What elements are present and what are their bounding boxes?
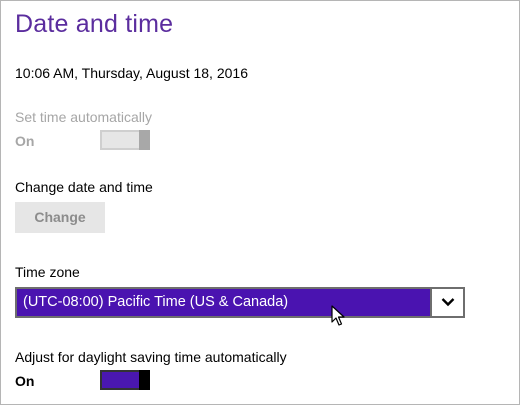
- set-time-automatically-toggle[interactable]: [100, 130, 150, 150]
- settings-panel: Date and time 10:06 AM, Thursday, August…: [0, 0, 520, 405]
- dropdown-button[interactable]: [430, 289, 463, 316]
- toggle-thumb: [139, 370, 150, 390]
- current-datetime: 10:06 AM, Thursday, August 18, 2016: [15, 65, 248, 81]
- set-time-automatically-state: On: [15, 133, 35, 149]
- change-date-time-label: Change date and time: [15, 179, 153, 195]
- set-time-automatically-label: Set time automatically: [15, 109, 152, 125]
- daylight-saving-state: On: [15, 373, 35, 389]
- mouse-cursor-icon: [331, 305, 345, 326]
- time-zone-label: Time zone: [15, 264, 80, 280]
- chevron-down-icon: [441, 298, 455, 307]
- daylight-saving-toggle[interactable]: [100, 370, 150, 390]
- change-button[interactable]: Change: [15, 202, 105, 233]
- page-title: Date and time: [15, 10, 174, 38]
- toggle-thumb: [139, 130, 150, 150]
- time-zone-dropdown[interactable]: (UTC-08:00) Pacific Time (US & Canada): [15, 287, 465, 318]
- time-zone-selected-value: (UTC-08:00) Pacific Time (US & Canada): [23, 294, 289, 310]
- daylight-saving-label: Adjust for daylight saving time automati…: [15, 349, 287, 365]
